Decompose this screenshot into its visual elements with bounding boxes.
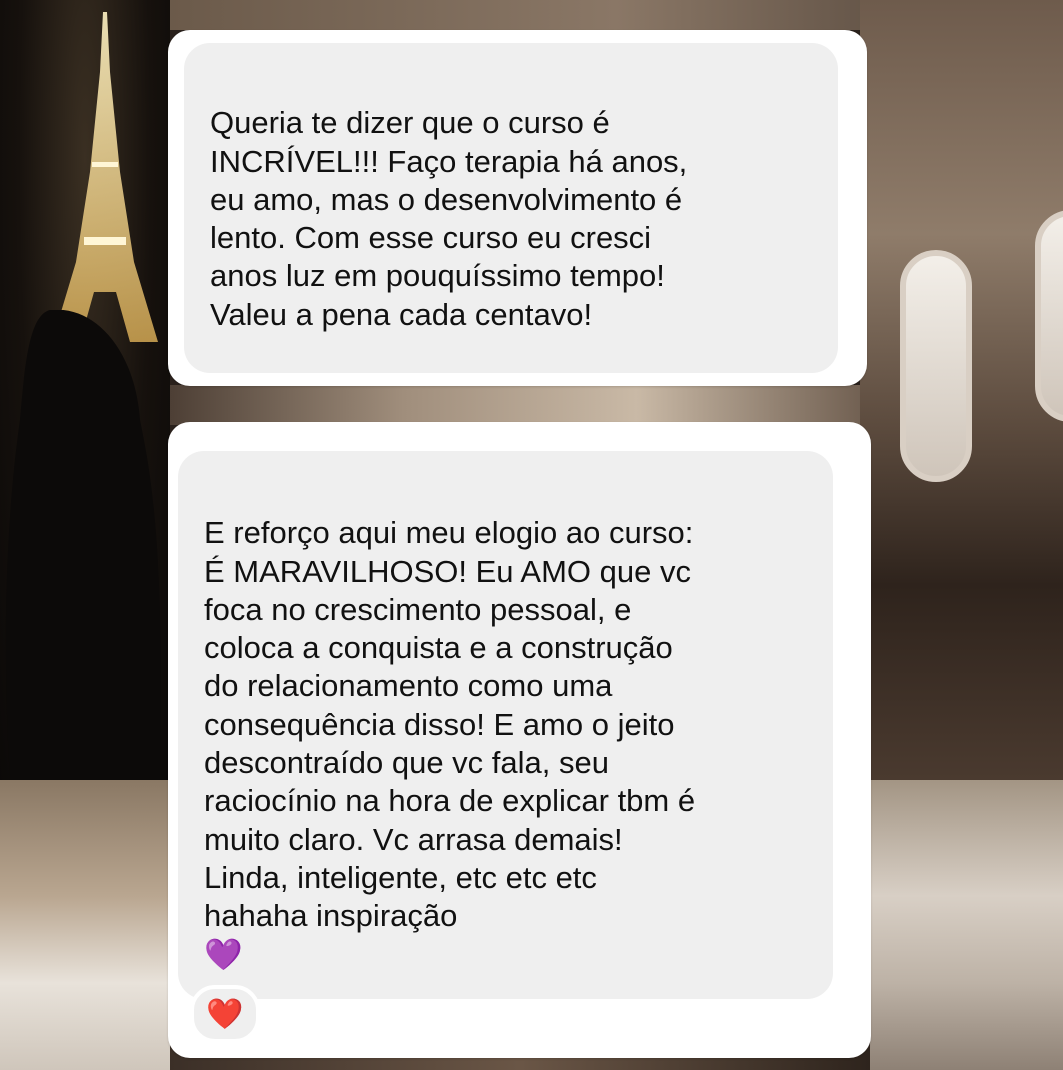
message-bubble: E reforço aqui meu elogio ao curso: É MA…	[178, 451, 833, 999]
background-photo-middle	[170, 385, 870, 425]
heart-reaction-badge[interactable]: ❤️	[190, 985, 260, 1043]
background-photo-keys	[870, 780, 1063, 1070]
purple-heart-icon: 💜	[204, 936, 243, 972]
red-heart-icon: ❤️	[206, 997, 244, 1031]
jet-window-image	[1035, 210, 1063, 422]
eiffel-tower-image	[52, 12, 158, 342]
message-text: Queria te dizer que o curso é INCRÍVEL!!…	[210, 105, 688, 332]
message-bubble: Queria te dizer que o curso é INCRÍVEL!!…	[184, 43, 838, 373]
background-photo-shopping-bags	[0, 780, 170, 1070]
woman-silhouette-image	[5, 310, 161, 780]
jet-window-image	[900, 250, 972, 482]
message-text: E reforço aqui meu elogio ao curso: É MA…	[204, 515, 696, 934]
